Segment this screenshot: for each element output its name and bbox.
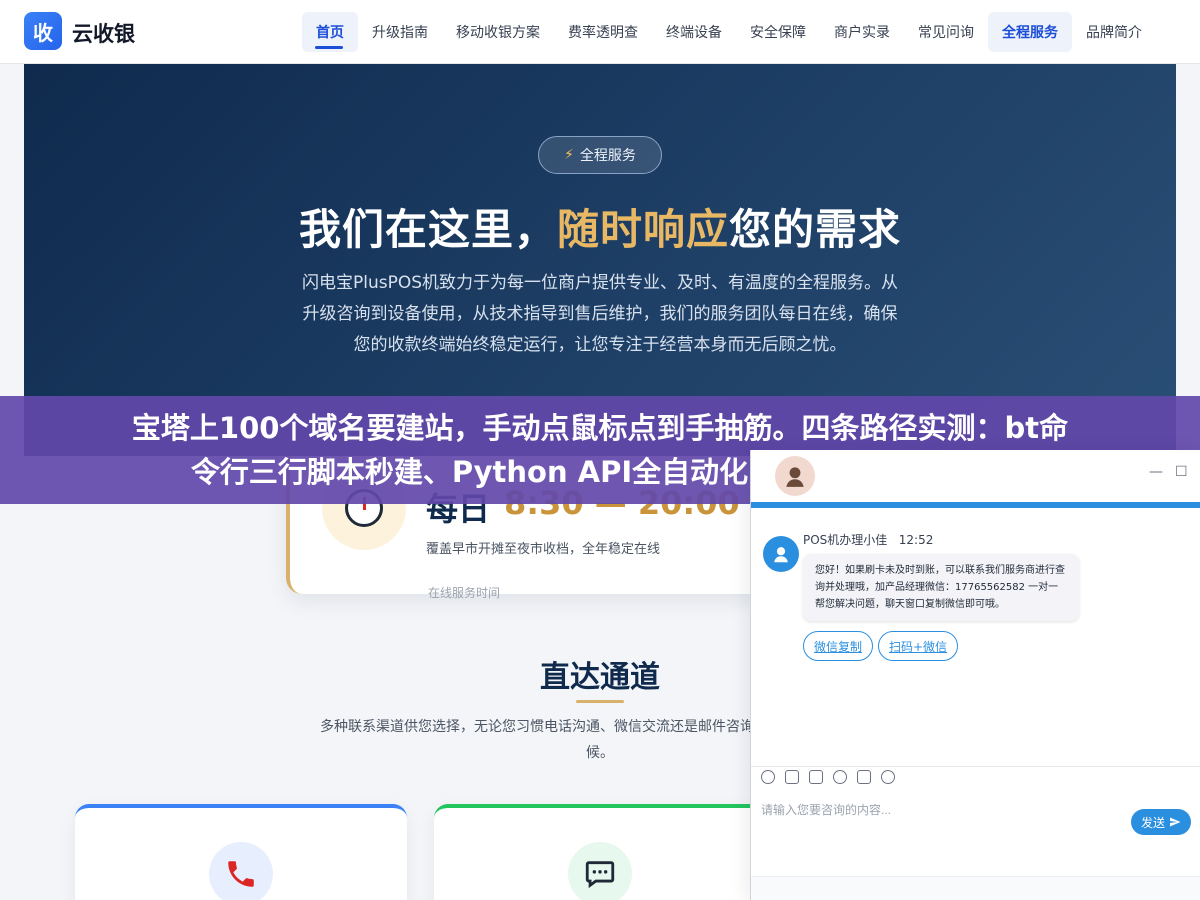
image-icon[interactable] xyxy=(785,770,799,784)
screenshot-icon[interactable] xyxy=(809,770,823,784)
send-label: 发送 xyxy=(1140,815,1165,830)
agent-name: POS机办理小佳 12:52 xyxy=(803,533,934,547)
agent-message-avatar-icon xyxy=(763,536,799,572)
nav-item-mobile-pos[interactable]: 移动收银方案 xyxy=(442,12,554,52)
chat-header-strip xyxy=(751,502,1200,508)
service-badge: ⚡ 全程服务 xyxy=(538,136,662,174)
nav-item-full-service[interactable]: 全程服务 xyxy=(988,12,1072,52)
agent-message-bubble: 您好！如果刷卡未及时到账，可以联系我们服务商进行查询并处理哦，加产品经理微信：1… xyxy=(803,554,1079,621)
agent-avatar-icon xyxy=(775,456,815,496)
chat-minimize-button[interactable]: — xyxy=(1149,464,1163,480)
site-header: 收 云收银 首页 升级指南 移动收银方案 费率透明查 终端设备 安全保障 商户实… xyxy=(0,0,1200,64)
chat-divider xyxy=(751,766,1200,767)
nav-item-brand[interactable]: 品牌简介 xyxy=(1072,12,1156,52)
section-divider xyxy=(576,700,624,703)
phone-channel-card[interactable] xyxy=(75,804,407,900)
badge-label: 全程服务 xyxy=(579,148,636,164)
nav-active-indicator xyxy=(315,46,343,49)
chat-footer xyxy=(751,876,1200,900)
hero-title-part1: 我们在这里， xyxy=(298,205,557,254)
hero-title-part2: 您的需求 xyxy=(729,205,902,254)
wechat-icon[interactable] xyxy=(881,770,895,784)
wechat-channel-card[interactable] xyxy=(434,804,766,900)
banner-line-1: 宝塔上100个域名要建站，手动点鼠标点到手抽筋。四条路径实测：bt命 xyxy=(131,411,1069,445)
send-button[interactable]: 发送 xyxy=(1131,809,1191,835)
nav-item-security[interactable]: 安全保障 xyxy=(736,12,820,52)
chat-message-input[interactable] xyxy=(761,800,1121,820)
rating-icon[interactable] xyxy=(833,770,847,784)
hours-subtitle: 覆盖早市开摊至夜市收档，全年稳定在线 xyxy=(426,542,661,557)
copy-wechat-button[interactable]: 微信复制 xyxy=(803,631,874,661)
nav-item-upgrade-guide[interactable]: 升级指南 xyxy=(358,12,442,52)
chat-header: — ☐ xyxy=(751,450,1200,502)
message-time: 12:52 xyxy=(898,533,934,547)
hours-caption: 在线服务时间 xyxy=(428,586,501,600)
chat-widget: — ☐ POS机办理小佳 12:52 您好！如果刷卡未及时到账，可以联系我们服务… xyxy=(750,450,1200,900)
hero-title: 我们在这里，随时响应您的需求 xyxy=(0,196,1200,257)
nav-item-devices[interactable]: 终端设备 xyxy=(652,12,736,52)
nav-item-faq[interactable]: 常见问询 xyxy=(904,12,988,52)
lightning-icon: ⚡ xyxy=(564,147,574,163)
chat-toolbar xyxy=(761,770,895,784)
sound-icon[interactable] xyxy=(857,770,871,784)
send-arrow-icon xyxy=(1170,817,1181,827)
nav-item-merchant-stories[interactable]: 商户实录 xyxy=(820,12,904,52)
main-nav: 首页 升级指南 移动收银方案 费率透明查 终端设备 安全保障 商户实录 常见问询… xyxy=(302,12,1156,52)
brand-name[interactable]: 云收银 xyxy=(72,18,135,48)
scan-wechat-button[interactable]: 扫码+微信 xyxy=(878,631,959,661)
hero-description: 闪电宝PlusPOS机致力于为每一位商户提供专业、及时、有温度的全程服务。从升级… xyxy=(301,273,899,355)
phone-icon xyxy=(209,842,273,900)
chat-bubble-icon xyxy=(568,842,632,900)
logo-icon[interactable]: 收 xyxy=(24,12,62,50)
chat-maximize-button[interactable]: ☐ xyxy=(1175,464,1188,480)
nav-item-rates[interactable]: 费率透明查 xyxy=(554,12,652,52)
hero-title-highlight: 随时响应 xyxy=(556,205,729,254)
emoji-icon[interactable] xyxy=(761,770,775,784)
